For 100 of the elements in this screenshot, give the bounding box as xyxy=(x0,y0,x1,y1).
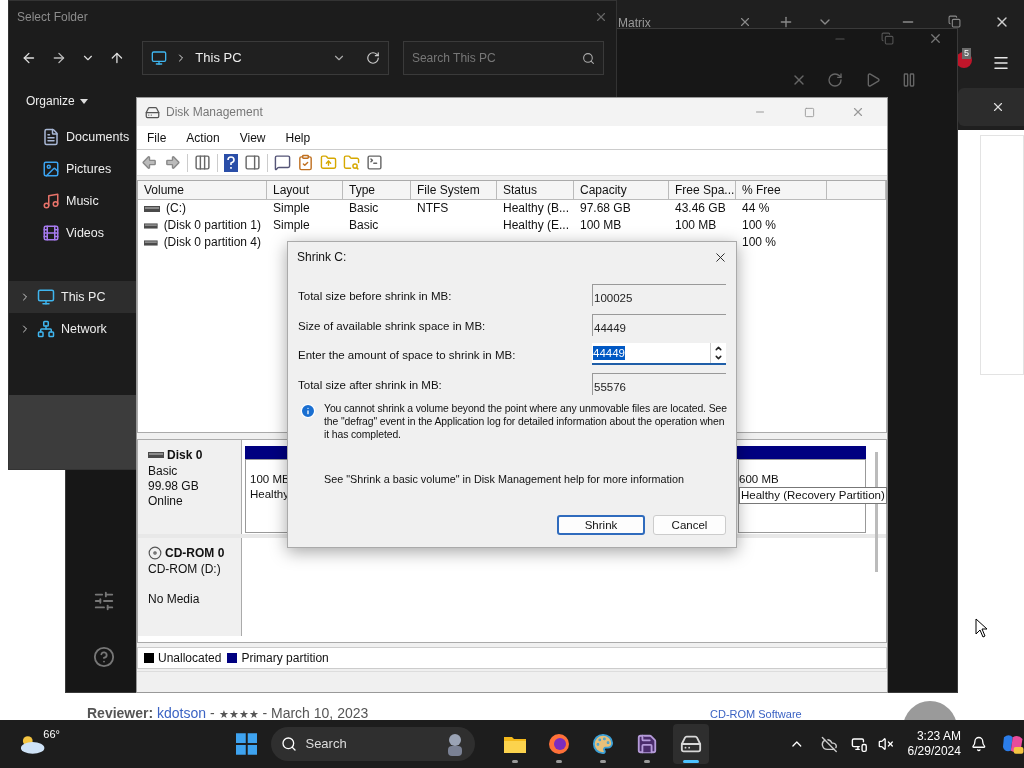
table-cell: Healthy (E... xyxy=(503,217,570,234)
column-header[interactable]: % Free xyxy=(736,181,827,199)
disk-info: Basic xyxy=(148,464,179,479)
table-cell: NTFS xyxy=(417,200,449,217)
network-icon xyxy=(37,320,55,338)
dialog-button[interactable]: Shrink xyxy=(557,515,645,536)
spin-field[interactable]: 44449 xyxy=(592,343,726,365)
value-field: 55576 xyxy=(592,372,726,395)
nav-item[interactable]: Videos xyxy=(9,217,137,249)
info-icon xyxy=(300,403,316,419)
browser-tab[interactable]: Matrix xyxy=(618,14,651,32)
start-icon[interactable] xyxy=(236,733,258,755)
globe-icon xyxy=(548,733,571,755)
menu-item[interactable]: Help xyxy=(285,128,311,147)
disk-name: CD-ROM 0 xyxy=(165,545,225,562)
taskbar-app[interactable] xyxy=(673,724,710,764)
table-cell: 100 MB xyxy=(675,217,717,234)
back-icon[interactable] xyxy=(21,50,37,66)
help-icon[interactable] xyxy=(93,646,115,668)
checklist-icon[interactable] xyxy=(297,154,314,171)
organize-menu[interactable]: Organize xyxy=(26,92,75,110)
notification-icon[interactable] xyxy=(970,736,987,752)
refresh-icon[interactable] xyxy=(365,51,380,65)
picture-icon xyxy=(42,160,60,178)
sidebar-link[interactable]: CD-ROM Software xyxy=(710,708,802,720)
clock[interactable]: 3:23 AM 6/29/2024 xyxy=(907,729,961,759)
disk-name: Disk 0 xyxy=(167,447,203,464)
info-text: You cannot shrink a volume beyond the point where any unmovable files are located. See the "defrag" event in the Application log for detailed information about the operation when it has completed. xyxy=(324,402,728,441)
restore-icon[interactable] xyxy=(948,15,961,28)
caret-icon[interactable] xyxy=(79,98,88,104)
drive-icon xyxy=(148,452,164,458)
table-cell: (C:) xyxy=(166,200,186,217)
action-pane-icon[interactable] xyxy=(244,154,261,171)
field-label: Total size after shrink in MB: xyxy=(298,377,442,392)
menu-item[interactable]: View xyxy=(239,128,266,147)
disk-info: CD-ROM (D:) xyxy=(148,562,222,577)
mouse-cursor-icon xyxy=(975,618,989,638)
settings-icon[interactable] xyxy=(93,590,115,612)
field-label: Total size before shrink in MB: xyxy=(298,289,452,303)
menu-icon[interactable] xyxy=(992,54,1010,72)
forward-icon[interactable] xyxy=(164,154,181,171)
review-byline: Reviewer: kdotson - ★★★★ - March 10, 2023 xyxy=(87,704,369,723)
column-header[interactable]: Layout xyxy=(267,181,343,199)
console-tree-icon[interactable] xyxy=(194,154,211,171)
nav-item[interactable]: Music xyxy=(9,185,137,217)
table-cell: 100 MB xyxy=(580,217,622,234)
tab-close-icon[interactable] xyxy=(738,15,752,29)
drive-icon xyxy=(144,205,160,212)
table-cell: Basic xyxy=(349,217,379,234)
value-field: 100025 xyxy=(592,284,726,306)
table-cell: (Disk 0 partition 1) xyxy=(163,217,261,234)
search-field[interactable]: Search This PC xyxy=(402,41,604,75)
temperature: 66° xyxy=(43,727,60,742)
close-icon[interactable] xyxy=(991,100,1005,114)
disc-icon xyxy=(148,546,162,560)
network-icon[interactable] xyxy=(851,735,868,753)
floppy-icon xyxy=(636,733,659,755)
copilot-icon[interactable] xyxy=(1000,733,1024,755)
table-cell: (Disk 0 partition 4) xyxy=(163,234,261,251)
restore-icon[interactable] xyxy=(881,32,894,45)
cloud-off-icon[interactable] xyxy=(820,735,838,753)
address-bar[interactable]: This PC xyxy=(142,41,389,75)
partition-size: 600 MB xyxy=(739,472,780,487)
help-icon[interactable] xyxy=(224,153,238,172)
menu-item[interactable]: Action xyxy=(186,128,220,147)
table-cell: 97.68 GB xyxy=(580,200,631,217)
column-header[interactable]: File System xyxy=(411,181,497,199)
console-icon[interactable] xyxy=(366,154,383,171)
table-cell: Simple xyxy=(273,217,310,234)
search-icon xyxy=(582,51,595,65)
play-icon[interactable] xyxy=(865,72,881,88)
dialog-button[interactable]: Cancel xyxy=(653,515,726,536)
speech-bubble-icon[interactable] xyxy=(274,154,291,171)
column-header[interactable]: Free Spa... xyxy=(669,181,736,199)
volume-muted-icon[interactable] xyxy=(877,736,894,752)
address-text: This PC xyxy=(195,49,243,68)
film-icon xyxy=(42,224,60,242)
nav-item[interactable]: This PC xyxy=(9,281,137,313)
table-cell: 100 % xyxy=(742,217,777,234)
new-tab-icon[interactable] xyxy=(778,14,794,30)
drive-icon xyxy=(680,733,703,755)
music-note-icon xyxy=(42,192,60,210)
legend-label: Primary partition xyxy=(241,650,329,667)
weather-icon[interactable] xyxy=(18,733,46,755)
column-header[interactable]: Capacity xyxy=(574,181,669,199)
nav-item[interactable]: Pictures xyxy=(9,153,137,185)
drive-icon xyxy=(144,239,158,246)
column-header[interactable]: Status xyxy=(497,181,574,199)
column-header[interactable]: Volume xyxy=(138,181,267,199)
disk-info: No Media xyxy=(148,592,201,607)
help-text: See "Shrink a basic volume" in Disk Management help for more information xyxy=(324,472,685,487)
nav-item[interactable]: Documents xyxy=(9,121,137,153)
menu-item[interactable]: File xyxy=(147,128,167,147)
column-header[interactable]: Type xyxy=(343,181,411,199)
nav-item[interactable]: Network xyxy=(9,313,137,345)
pause-icon[interactable] xyxy=(901,72,917,88)
partition-status: Healthy xyxy=(250,487,290,502)
reviewer-link[interactable]: kdotson xyxy=(157,705,207,721)
search-box[interactable]: Search xyxy=(271,727,476,761)
search-icon xyxy=(281,736,298,752)
